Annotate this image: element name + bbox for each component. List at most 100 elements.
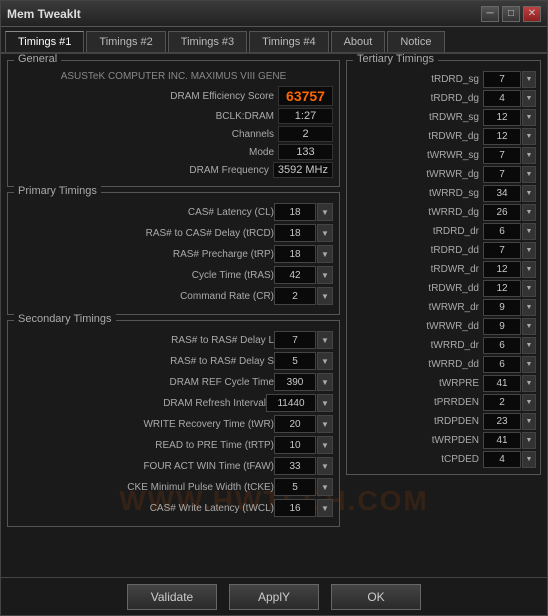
tertiary-row-19-dropdown[interactable]: ▼ [522,432,536,449]
tertiary-row-16-label: tWRPRE [351,378,479,389]
secondary-row-0-dropdown[interactable]: ▼ [317,331,333,349]
secondary-row-1-input[interactable] [274,352,316,370]
tertiary-row-17-dropdown[interactable]: ▼ [522,394,536,411]
tertiary-row-15-input[interactable] [483,356,521,373]
secondary-row-1-dropdown[interactable]: ▼ [317,352,333,370]
tertiary-row-8-control: ▼ [483,223,536,240]
dram-score-label: DRAM Efficiency Score [170,91,274,102]
tertiary-row-11-input[interactable] [483,280,521,297]
tertiary-row-5-dropdown[interactable]: ▼ [522,166,536,183]
tertiary-row-3-dropdown[interactable]: ▼ [522,128,536,145]
tertiary-row-8-input[interactable] [483,223,521,240]
tertiary-row-7-input[interactable] [483,204,521,221]
tertiary-row-6-dropdown[interactable]: ▼ [522,185,536,202]
secondary-row-2-input[interactable] [274,373,316,391]
tertiary-row-18-input[interactable] [483,413,521,430]
general-group: General ASUSTeK COMPUTER INC. MAXIMUS VI… [7,60,340,187]
tertiary-row-11-dropdown[interactable]: ▼ [522,280,536,297]
tab-notice[interactable]: Notice [387,31,444,52]
tertiary-row-9-input[interactable] [483,242,521,259]
secondary-row-0-control: ▼ [274,331,333,349]
tertiary-row-8: tRDRD_dr ▼ [351,223,536,240]
primary-row-2-input[interactable] [274,245,316,263]
secondary-group: Secondary Timings RAS# to RAS# Delay L ▼… [7,320,340,527]
tertiary-row-5-input[interactable] [483,166,521,183]
tertiary-row-18-dropdown[interactable]: ▼ [522,413,536,430]
secondary-row-6-input[interactable] [274,457,316,475]
tertiary-row-12: tWRWR_dr ▼ [351,299,536,316]
tab-timings4[interactable]: Timings #4 [249,31,328,52]
tab-timings2[interactable]: Timings #2 [86,31,165,52]
tertiary-row-0-dropdown[interactable]: ▼ [522,71,536,88]
secondary-row-4-input[interactable] [274,415,316,433]
secondary-row-7: CKE Minimul Pulse Width (tCKE) ▼ [14,478,333,496]
validate-button[interactable]: Validate [127,584,217,610]
tertiary-row-16-input[interactable] [483,375,521,392]
ok-button[interactable]: OK [331,584,421,610]
secondary-row-2: DRAM REF Cycle Time ▼ [14,373,333,391]
primary-row-4-input[interactable] [274,287,316,305]
tertiary-row-12-input[interactable] [483,299,521,316]
tertiary-row-0-input[interactable] [483,71,521,88]
secondary-row-4-dropdown[interactable]: ▼ [317,415,333,433]
maximize-button[interactable]: □ [502,6,520,22]
tertiary-row-13-dropdown[interactable]: ▼ [522,318,536,335]
minimize-button[interactable]: ─ [481,6,499,22]
secondary-row-5-dropdown[interactable]: ▼ [317,436,333,454]
primary-row-0-input[interactable] [274,203,316,221]
secondary-row-8-input[interactable] [274,499,316,517]
secondary-row-5-input[interactable] [274,436,316,454]
tertiary-row-1-dropdown[interactable]: ▼ [522,90,536,107]
tertiary-row-20-input[interactable] [483,451,521,468]
bclk-label: BCLK:DRAM [216,111,274,122]
primary-row-4-dropdown[interactable]: ▼ [317,287,333,305]
secondary-row-2-dropdown[interactable]: ▼ [317,373,333,391]
primary-row-1-dropdown[interactable]: ▼ [317,224,333,242]
tertiary-row-7-dropdown[interactable]: ▼ [522,204,536,221]
primary-row-0-dropdown[interactable]: ▼ [317,203,333,221]
tertiary-row-8-dropdown[interactable]: ▼ [522,223,536,240]
tertiary-row-10-input[interactable] [483,261,521,278]
primary-group: Primary Timings CAS# Latency (CL) ▼ RAS#… [7,192,340,315]
tertiary-row-13-input[interactable] [483,318,521,335]
tertiary-row-3-input[interactable] [483,128,521,145]
tertiary-row-19-input[interactable] [483,432,521,449]
close-button[interactable]: ✕ [523,6,541,22]
secondary-row-3-dropdown[interactable]: ▼ [317,394,333,412]
tertiary-row-14-dropdown[interactable]: ▼ [522,337,536,354]
primary-row-1-input[interactable] [274,224,316,242]
tertiary-row-4-input[interactable] [483,147,521,164]
tertiary-row-2-input[interactable] [483,109,521,126]
primary-row-3-dropdown[interactable]: ▼ [317,266,333,284]
tertiary-row-9-dropdown[interactable]: ▼ [522,242,536,259]
tertiary-row-6-input[interactable] [483,185,521,202]
tertiary-row-2-dropdown[interactable]: ▼ [522,109,536,126]
tab-about[interactable]: About [331,31,386,52]
tertiary-row-1-input[interactable] [483,90,521,107]
secondary-row-3-input[interactable] [266,394,316,412]
tertiary-row-15-dropdown[interactable]: ▼ [522,356,536,373]
tertiary-row-17-input[interactable] [483,394,521,411]
tertiary-row-12-dropdown[interactable]: ▼ [522,299,536,316]
apply-button[interactable]: ApplY [229,584,319,610]
tertiary-row-4-dropdown[interactable]: ▼ [522,147,536,164]
tertiary-row-14-input[interactable] [483,337,521,354]
tertiary-row-1-label: tRDRD_dg [351,93,479,104]
tertiary-rows: tRDRD_sg ▼ tRDRD_dg ▼ [351,71,536,468]
tab-timings3[interactable]: Timings #3 [168,31,247,52]
primary-row-1-control: ▼ [274,224,333,242]
tertiary-row-16-dropdown[interactable]: ▼ [522,375,536,392]
tertiary-row-20-dropdown[interactable]: ▼ [522,451,536,468]
secondary-row-7-dropdown[interactable]: ▼ [317,478,333,496]
tertiary-row-6: tWRRD_sg ▼ [351,185,536,202]
secondary-row-7-input[interactable] [274,478,316,496]
secondary-row-0-input[interactable] [274,331,316,349]
tab-timings1[interactable]: Timings #1 [5,31,84,52]
secondary-row-5-label: READ to PRE Time (tRTP) [14,440,274,451]
primary-row-2-dropdown[interactable]: ▼ [317,245,333,263]
secondary-row-8-dropdown[interactable]: ▼ [317,499,333,517]
tertiary-row-10-dropdown[interactable]: ▼ [522,261,536,278]
secondary-row-6-dropdown[interactable]: ▼ [317,457,333,475]
secondary-row-8-control: ▼ [274,499,333,517]
primary-row-3-input[interactable] [274,266,316,284]
